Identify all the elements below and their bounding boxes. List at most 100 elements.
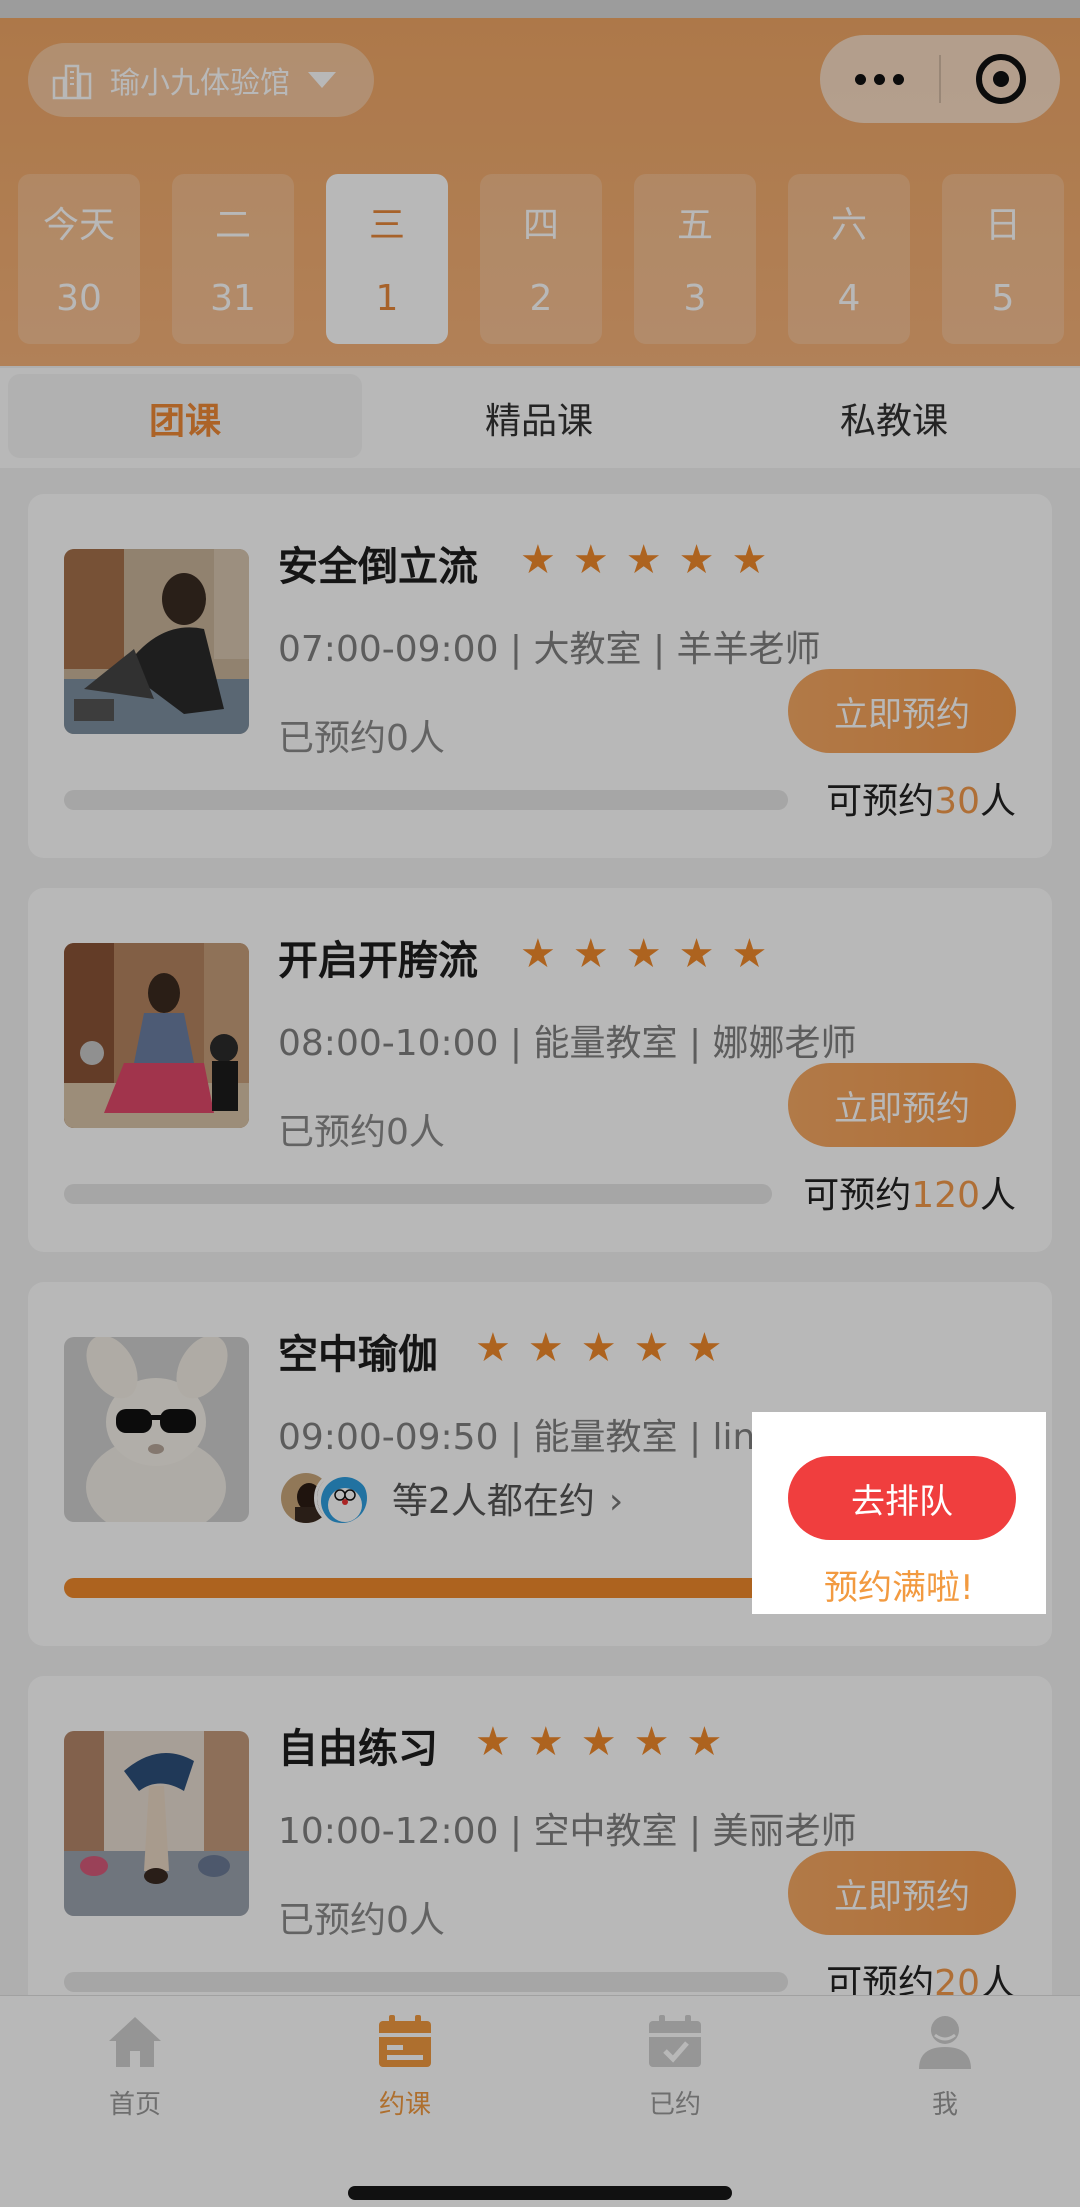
star-icon: ★ bbox=[580, 1719, 617, 1765]
date-strip: 今天 30 二 31 三1 四2 五3 六4 日5 bbox=[18, 174, 1068, 344]
class-card[interactable]: 开启开胯流 ★ ★ ★ ★ ★ 08:00-10:00 | 能量教室 | 娜娜老师 已预… bbox=[28, 888, 1052, 1252]
status-bar bbox=[0, 0, 1080, 18]
star-icon: ★ bbox=[686, 1719, 723, 1765]
star-icon: ★ bbox=[678, 931, 715, 977]
class-title: 自由练习 bbox=[278, 1726, 438, 1772]
tabbar-label: 首页 bbox=[108, 2090, 161, 2120]
tab-private-class[interactable]: 私教课 bbox=[716, 368, 1072, 468]
venue-name: 瑜小九体验馆 bbox=[110, 66, 290, 101]
star-icon: ★ bbox=[686, 1325, 723, 1371]
day-number: 3 bbox=[683, 278, 707, 319]
star-icon: ★ bbox=[572, 931, 609, 977]
tab-group-class[interactable]: 团课 bbox=[8, 368, 362, 468]
date-item[interactable]: 四2 bbox=[480, 174, 602, 344]
fully-booked-text: 预约满啦! bbox=[824, 1568, 974, 1608]
queue-highlight: 去排队 预约满啦! bbox=[752, 1412, 1046, 1614]
tabbar-item-booking[interactable]: 约课 bbox=[305, 2012, 505, 2132]
star-icon: ★ bbox=[731, 931, 768, 977]
attendee-avatars[interactable] bbox=[278, 1470, 373, 1526]
chevron-down-icon bbox=[308, 72, 336, 88]
calendar-check-icon bbox=[646, 2012, 704, 2070]
tabbar-label: 我 bbox=[931, 2090, 958, 2120]
bottom-tab-bar: 首页 约课 已约 我 bbox=[0, 1995, 1080, 2207]
capacity-text: 可预约120人 bbox=[803, 1166, 1016, 1218]
date-item[interactable]: 五3 bbox=[634, 174, 756, 344]
header: 瑜小九体验馆 今天 30 二 31 三1 四2 五3 六4 日5 bbox=[0, 18, 1080, 366]
date-item[interactable]: 六4 bbox=[788, 174, 910, 344]
star-icon: ★ bbox=[625, 931, 662, 977]
day-number: 2 bbox=[529, 278, 553, 319]
capacity-text: 可预约30人 bbox=[826, 772, 1016, 824]
waiting-text: 等2人都在约 bbox=[392, 1481, 595, 1522]
rating-stars: ★ ★ ★ ★ ★ bbox=[520, 932, 767, 976]
class-thumbnail bbox=[64, 1337, 249, 1522]
star-icon: ★ bbox=[580, 1325, 617, 1371]
day-number: 31 bbox=[210, 278, 256, 319]
star-icon: ★ bbox=[572, 537, 609, 583]
class-thumbnail bbox=[64, 549, 249, 734]
booking-progress-bar bbox=[64, 1578, 788, 1598]
tab-premium-class[interactable]: 精品课 bbox=[362, 368, 716, 468]
book-now-button[interactable]: 立即预约 bbox=[788, 1851, 1016, 1935]
class-title: 空中瑜伽 bbox=[278, 1332, 438, 1378]
date-item[interactable]: 日5 bbox=[942, 174, 1064, 344]
star-icon: ★ bbox=[475, 1719, 511, 1765]
weekday-label: 五 bbox=[676, 205, 713, 246]
booked-count: 已预约0人 bbox=[278, 1112, 445, 1153]
booking-progress-bar bbox=[64, 1184, 772, 1204]
venue-selector[interactable]: 瑜小九体验馆 bbox=[28, 43, 374, 117]
booking-progress-bar bbox=[64, 1972, 788, 1992]
star-icon: ★ bbox=[731, 537, 768, 583]
star-icon: ★ bbox=[633, 1325, 670, 1371]
weekday-label: 六 bbox=[830, 205, 867, 246]
book-now-button[interactable]: 立即预约 bbox=[788, 1063, 1016, 1147]
star-icon: ★ bbox=[527, 1325, 564, 1371]
rating-stars: ★ ★ ★ ★ ★ bbox=[475, 1720, 722, 1764]
capacity-suffix: 人 bbox=[979, 781, 1016, 822]
star-icon: ★ bbox=[678, 537, 715, 583]
tabbar-label: 约课 bbox=[378, 2090, 431, 2120]
home-indicator bbox=[348, 2186, 732, 2200]
class-meta: 07:00-09:00 | 大教室 | 羊羊老师 bbox=[278, 629, 821, 670]
user-icon bbox=[916, 2012, 974, 2070]
weekday-label: 四 bbox=[522, 205, 559, 246]
weekday-label: 二 bbox=[214, 205, 251, 246]
chevron-right-icon: › bbox=[608, 1481, 624, 1522]
class-thumbnail bbox=[64, 1731, 249, 1916]
class-title: 安全倒立流 bbox=[278, 544, 478, 590]
class-card[interactable]: 自由练习 ★ ★ ★ ★ ★ 10:00-12:00 | 空中教室 | 美丽老师 已预约… bbox=[28, 1676, 1052, 2040]
book-now-button[interactable]: 立即预约 bbox=[788, 669, 1016, 753]
date-item[interactable]: 今天 30 bbox=[18, 174, 140, 344]
tabbar-item-home[interactable]: 首页 bbox=[35, 2012, 235, 2132]
class-meta: 08:00-10:00 | 能量教室 | 娜娜老师 bbox=[278, 1023, 857, 1064]
avatar bbox=[314, 1470, 370, 1526]
capacity-prefix: 可预约 bbox=[826, 781, 935, 822]
weekday-label: 三 bbox=[368, 205, 405, 246]
date-item[interactable]: 二 31 bbox=[172, 174, 294, 344]
weekday-label: 今天 bbox=[42, 205, 115, 246]
booked-count: 已预约0人 bbox=[278, 1900, 445, 1941]
tabbar-item-me[interactable]: 我 bbox=[845, 2012, 1045, 2132]
class-meta: 10:00-12:00 | 空中教室 | 美丽老师 bbox=[278, 1811, 857, 1852]
more-icon[interactable] bbox=[820, 35, 939, 123]
close-miniprogram-icon[interactable] bbox=[941, 35, 1060, 123]
miniprogram-capsule bbox=[820, 35, 1060, 123]
rating-stars: ★ ★ ★ ★ ★ bbox=[520, 538, 767, 582]
star-icon: ★ bbox=[633, 1719, 670, 1765]
star-icon: ★ bbox=[475, 1325, 511, 1371]
star-icon: ★ bbox=[520, 931, 556, 977]
capacity-prefix: 可预约 bbox=[803, 1175, 912, 1216]
class-card[interactable]: 安全倒立流 ★ ★ ★ ★ ★ 07:00-09:00 | 大教室 | 羊羊老师 已预约… bbox=[28, 494, 1052, 858]
rating-stars: ★ ★ ★ ★ ★ bbox=[475, 1326, 722, 1370]
waiting-list-link[interactable]: 等2人都在约 › bbox=[392, 1472, 623, 1524]
date-item-selected[interactable]: 三1 bbox=[326, 174, 448, 344]
capacity-number: 120 bbox=[911, 1175, 980, 1216]
category-tabs: 团课 精品课 私教课 bbox=[0, 368, 1080, 468]
booked-count: 已预约0人 bbox=[278, 718, 445, 759]
home-icon bbox=[106, 2012, 164, 2070]
day-number: 5 bbox=[991, 278, 1015, 319]
class-thumbnail bbox=[64, 943, 249, 1128]
tabbar-label: 已约 bbox=[648, 2090, 701, 2120]
join-queue-button[interactable]: 去排队 bbox=[788, 1456, 1016, 1540]
tabbar-item-booked[interactable]: 已约 bbox=[575, 2012, 775, 2132]
